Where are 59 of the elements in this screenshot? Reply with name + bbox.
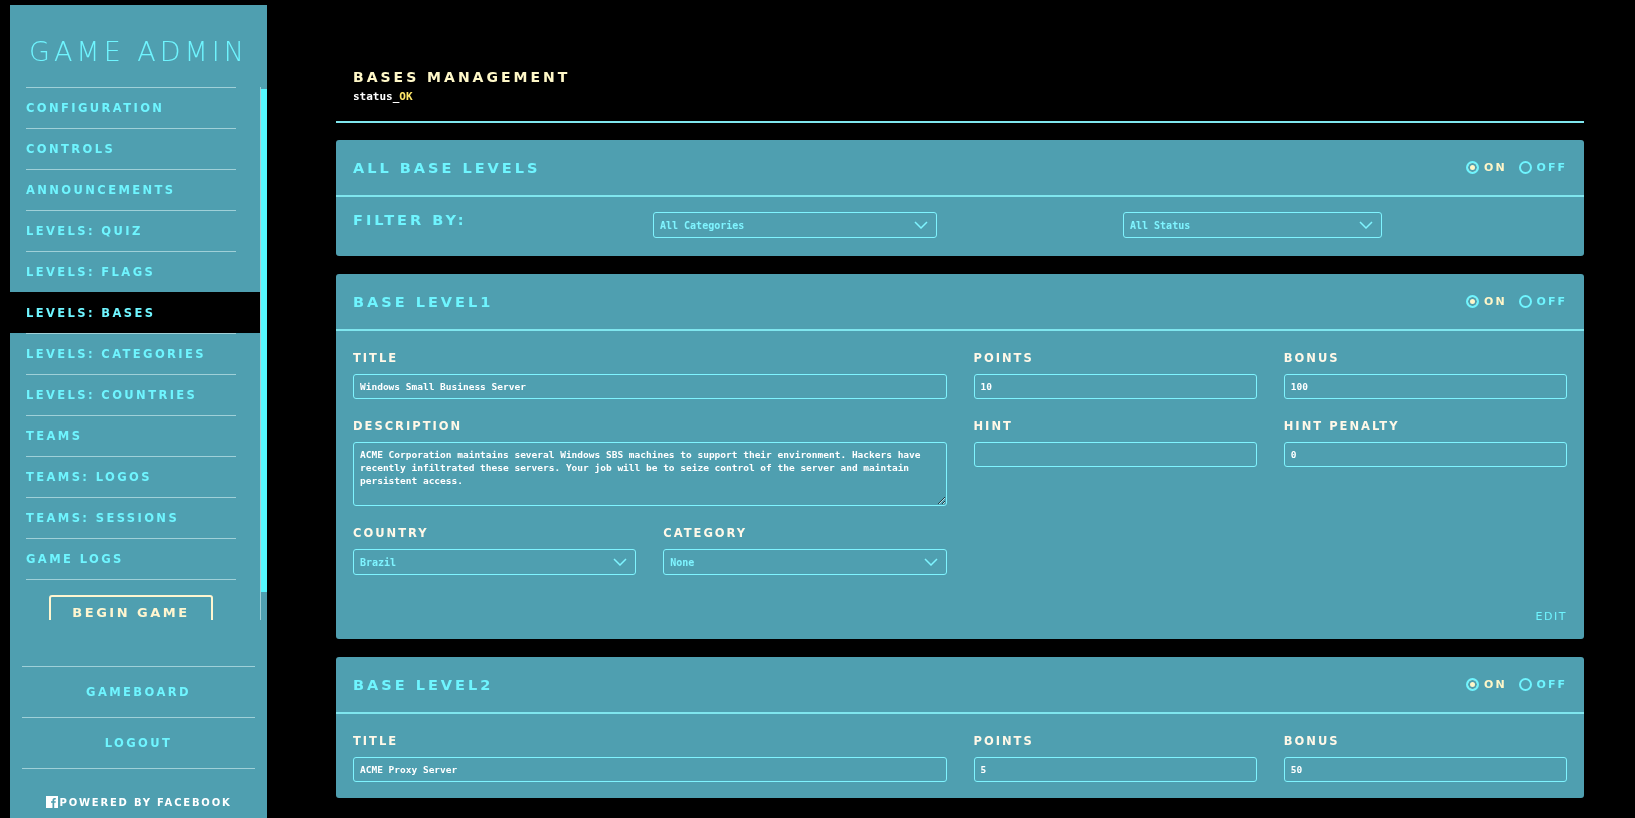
input-field[interactable]: ACME Proxy Server: [353, 757, 947, 782]
input-field[interactable]: 10: [973, 374, 1257, 399]
field-label: POINTS: [973, 351, 1035, 365]
field-label: TITLE: [353, 734, 400, 748]
input-field[interactable]: Windows Small Business Server: [353, 374, 947, 399]
field-label: HINT: [973, 419, 1014, 433]
chevron-down-icon: [923, 558, 938, 566]
select-field[interactable]: Brazil: [353, 549, 637, 575]
chevron-down-icon: [914, 221, 928, 229]
description-field[interactable]: ACME Corporation maintains several Windows SBS machines to support their environment. Hackers have recently infiltrated these servers. Your job will be to seize control of the server and maintain persistent access.: [353, 442, 947, 506]
f-logo-icon: [45, 796, 58, 808]
powered-by-text: POWERED BY FACEBOOK: [59, 796, 232, 808]
input-field[interactable]: [973, 442, 1257, 467]
radio-button[interactable]: ON: [1466, 295, 1507, 308]
nav-item[interactable]: ANNOUNCEMENTS: [26, 169, 236, 210]
chevron-down-icon: [1359, 221, 1373, 229]
status-text: status_OK: [353, 90, 414, 103]
field-label: POINTS: [973, 734, 1035, 748]
nav-link[interactable]: LOGOUT: [22, 717, 255, 769]
nav-item[interactable]: LEVELS: QUIZ: [26, 210, 236, 251]
field-label: TITLE: [353, 351, 400, 365]
field-label: CATEGORY: [663, 526, 749, 540]
nav-item[interactable]: CONFIGURATION: [26, 87, 236, 128]
input-field[interactable]: 0: [1283, 442, 1567, 467]
field-label: COUNTRY: [353, 526, 430, 540]
radio-button[interactable]: OFF: [1518, 295, 1567, 308]
filter-label: FILTER BY:: [353, 212, 468, 228]
chevron-down-icon: [613, 558, 628, 566]
nav-item[interactable]: CONTROLS: [26, 128, 236, 169]
field-label: BONUS: [1283, 734, 1341, 748]
page-title: BASES MANAGEMENT: [353, 69, 572, 85]
app-title: GAME ADMIN: [27, 35, 249, 69]
radio-button[interactable]: ON: [1466, 161, 1507, 174]
nav-item[interactable]: LEVELS: BASES: [10, 292, 260, 333]
filter-select[interactable]: All Status: [1123, 212, 1382, 238]
radio-button[interactable]: OFF: [1518, 161, 1567, 174]
panel-title: BASE LEVEL2: [353, 676, 494, 693]
panel-title: BASE LEVEL1: [353, 293, 494, 310]
filter-select[interactable]: All Categories: [653, 212, 937, 238]
input-field[interactable]: 5: [973, 757, 1257, 782]
input-field[interactable]: 50: [1283, 757, 1567, 782]
nav-item[interactable]: TEAMS: [26, 415, 236, 456]
field-label: DESCRIPTION: [353, 419, 464, 433]
nav-link[interactable]: GAMEBOARD: [22, 666, 255, 717]
begin-game-button[interactable]: BEGIN GAME: [49, 595, 213, 620]
nav-item[interactable]: LEVELS: CATEGORIES: [26, 333, 236, 374]
nav-item[interactable]: LEVELS: COUNTRIES: [26, 374, 236, 415]
nav-item[interactable]: GAME LOGS: [26, 538, 236, 579]
nav-item[interactable]: TEAMS: SESSIONS: [26, 497, 236, 538]
panel-title: ALL BASE LEVELS: [353, 159, 541, 176]
edit-link[interactable]: EDIT: [1535, 610, 1567, 623]
radio-button[interactable]: OFF: [1518, 678, 1567, 691]
select-field[interactable]: None: [663, 549, 947, 575]
radio-button[interactable]: ON: [1466, 678, 1507, 691]
scrollbar[interactable]: [260, 87, 267, 620]
field-label: BONUS: [1283, 351, 1341, 365]
input-field[interactable]: 100: [1283, 374, 1567, 399]
nav-item[interactable]: TEAMS: LOGOS: [26, 456, 236, 497]
field-label: HINT PENALTY: [1283, 419, 1401, 433]
